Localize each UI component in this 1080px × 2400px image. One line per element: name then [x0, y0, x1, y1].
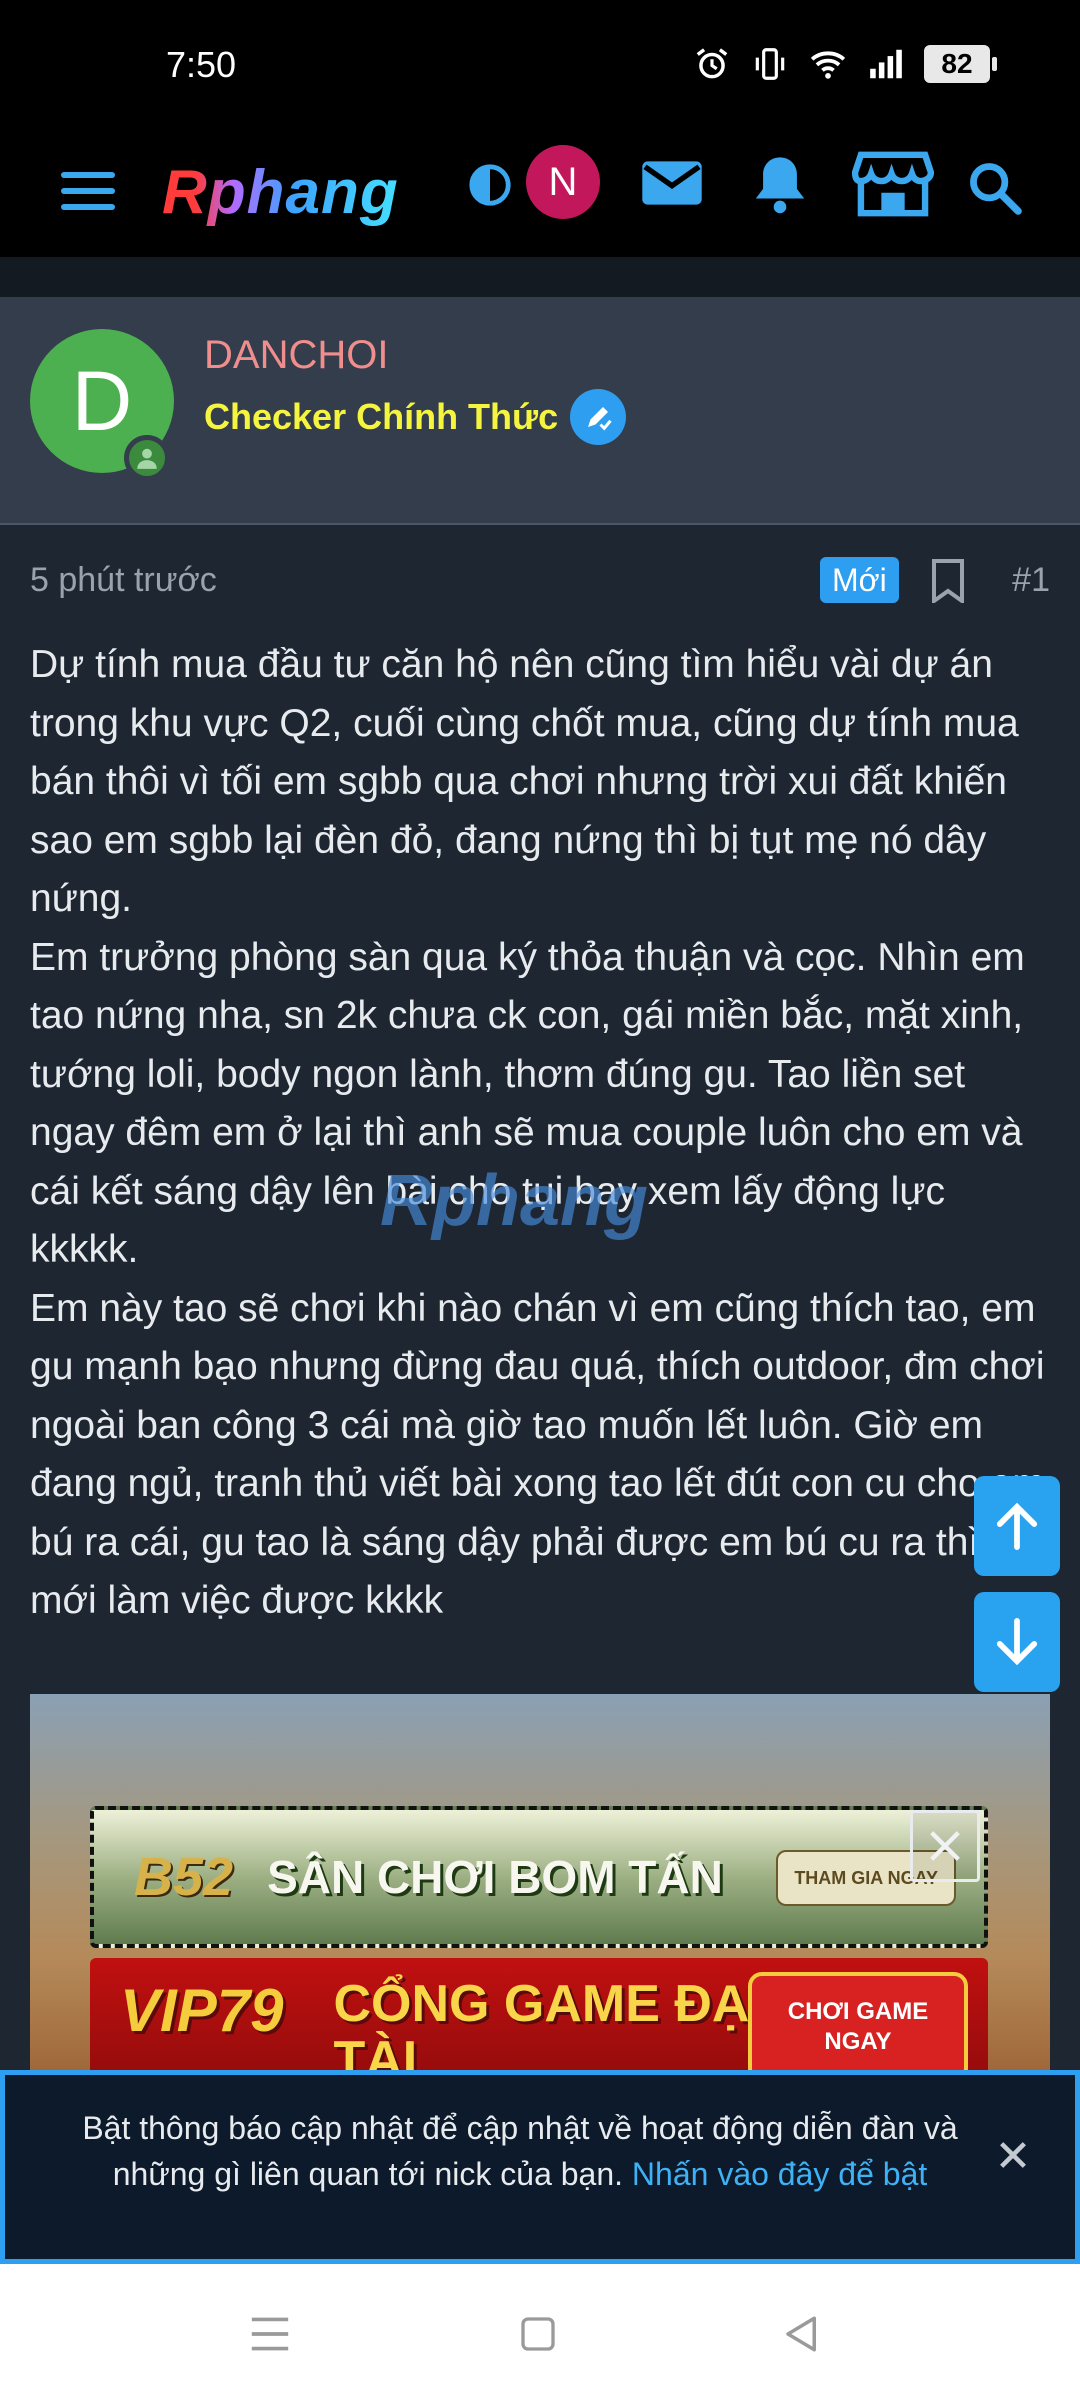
post-paragraph: Dự tính mua đầu tư căn hộ nên cũng tìm h…	[30, 643, 1019, 920]
post-time[interactable]: 5 phút trước	[30, 561, 217, 600]
battery-icon: 82	[924, 45, 997, 83]
clock: 7:50	[166, 44, 237, 85]
status-icons: 82	[692, 44, 997, 84]
ad-banner-b52[interactable]: B52 SÂN CHƠI BOM TẤN THAM GIA NGAY	[90, 1806, 988, 1948]
author-title-row: Checker Chính Thức	[204, 389, 627, 445]
menu-icon[interactable]	[56, 161, 120, 221]
push-notification-banner: Bật thông báo cập nhật để cập nhật về ho…	[0, 2070, 1080, 2264]
back-icon[interactable]	[772, 2304, 832, 2364]
post-meta: 5 phút trước Mới #1	[30, 555, 1050, 605]
scroll-top-button[interactable]	[974, 1476, 1060, 1576]
post-content: Dự tính mua đầu tư căn hộ nên cũng tìm h…	[30, 636, 1060, 1631]
header-divider	[0, 257, 1080, 297]
post-image[interactable]: B52 SÂN CHƠI BOM TẤN THAM GIA NGAY VIP79…	[30, 1694, 1050, 2070]
new-badge: Mới	[820, 557, 899, 603]
ad-brand: VIP79	[120, 1977, 284, 2044]
ad-slogan: SÂN CHƠI BOM TẤN	[267, 1851, 723, 1903]
author-name[interactable]: DANCHOI	[204, 333, 388, 378]
home-icon[interactable]	[508, 2304, 568, 2364]
arrow-down-icon	[996, 1618, 1038, 1666]
status-bar: 7:50 82	[0, 0, 1080, 125]
bell-icon[interactable]	[748, 149, 812, 219]
online-status-icon	[124, 435, 170, 481]
theme-toggle-icon[interactable]	[462, 157, 518, 213]
ad-cta-button[interactable]: CHƠI GAME NGAY	[748, 1972, 968, 2070]
mail-icon[interactable]	[636, 151, 708, 215]
bookmark-icon[interactable]	[930, 559, 970, 605]
post-author-card: D DANCHOI Checker Chính Thức	[0, 297, 1080, 525]
ad-banner-vip79[interactable]: VIP79 CỔNG GAME ĐẠI THẦN TÀI CHƠI GAME N…	[90, 1958, 988, 2070]
site-logo[interactable]: Rphang	[162, 147, 399, 237]
signal-icon	[866, 44, 906, 84]
app-header: Rphang N	[0, 125, 1080, 257]
ad-brand: B52	[134, 1847, 234, 1907]
scroll-bottom-button[interactable]	[974, 1592, 1060, 1692]
post-paragraph: Em trưởng phòng sàn qua ký thỏa thuận và…	[30, 935, 1025, 1272]
arrow-up-icon	[996, 1502, 1038, 1550]
search-icon[interactable]	[962, 155, 1026, 219]
post-paragraph: Em này tao sẽ chơi khi nào chán vì em cũ…	[30, 1286, 1045, 1623]
author-title: Checker Chính Thức	[204, 396, 559, 437]
alarm-icon	[692, 44, 732, 84]
verified-checker-icon	[570, 389, 627, 445]
ad-close-icon[interactable]	[910, 1810, 980, 1882]
close-icon[interactable]	[991, 2133, 1035, 2177]
recent-apps-icon[interactable]	[240, 2304, 300, 2364]
post-number[interactable]: #1	[1012, 561, 1050, 600]
system-navigation-bar	[0, 2264, 1080, 2400]
user-avatar[interactable]: N	[526, 145, 600, 219]
enable-notifications-link[interactable]: Nhấn vào đây để bật	[632, 2156, 927, 2192]
store-icon[interactable]	[850, 147, 936, 221]
wifi-icon	[808, 44, 848, 84]
notification-message: Bật thông báo cập nhật để cập nhật về ho…	[45, 2105, 995, 2197]
vibrate-icon	[750, 44, 790, 84]
